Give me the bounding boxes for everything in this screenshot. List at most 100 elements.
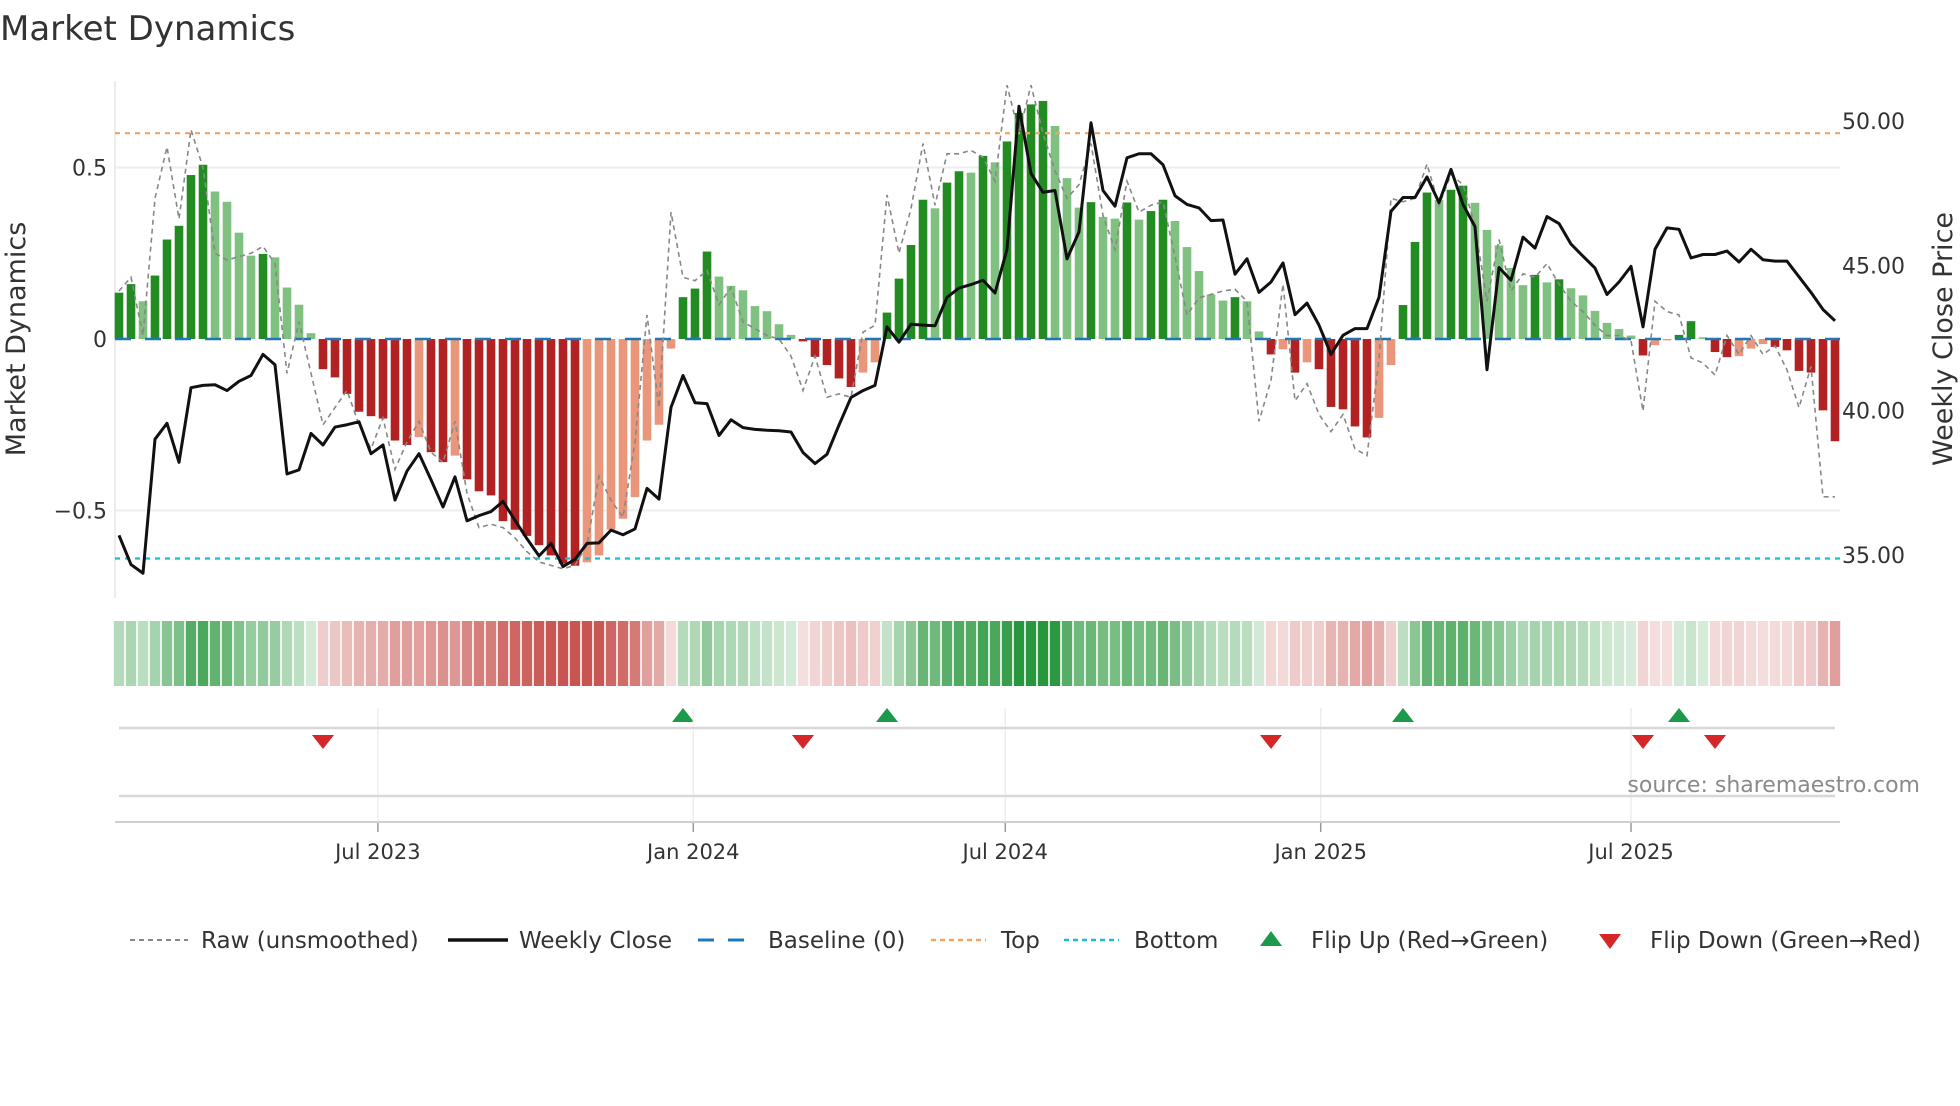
heat-cell xyxy=(1145,621,1157,686)
market-dynamics-chart: Market Dynamics 0.5 0 −0.5 50.00 45.00 40.00… xyxy=(0,9,1959,954)
date-axis: Jul 2023 Jan 2024 Jul 2024 Jan 2025 Jul 2025 xyxy=(115,708,1840,864)
heat-cell xyxy=(245,621,257,686)
heat-cell xyxy=(1661,621,1673,686)
momentum-bar xyxy=(1578,295,1588,339)
flip-down-marker xyxy=(1632,735,1654,749)
momentum-bar xyxy=(1602,322,1612,339)
momentum-bar xyxy=(1182,247,1192,339)
heat-cell xyxy=(821,621,833,686)
momentum-bar xyxy=(342,339,352,394)
heat-cell xyxy=(917,621,929,686)
momentum-bar xyxy=(1338,339,1348,410)
heat-cell xyxy=(293,621,305,686)
heat-cell xyxy=(1541,621,1553,686)
momentum-bar xyxy=(1566,288,1576,339)
heat-cell xyxy=(893,621,905,686)
momentum-bar xyxy=(486,339,496,496)
momentum-bar xyxy=(462,339,472,480)
heat-cell xyxy=(173,621,185,686)
heat-cell xyxy=(833,621,845,686)
heat-cell xyxy=(1517,621,1529,686)
heat-cell xyxy=(413,621,425,686)
heat-cell xyxy=(197,621,209,686)
momentum-bar xyxy=(546,339,556,556)
momentum-bar xyxy=(1302,339,1312,363)
x-tick-label: Jan 2024 xyxy=(645,840,740,864)
heat-cell xyxy=(749,621,761,686)
heat-cell xyxy=(593,621,605,686)
momentum-bar xyxy=(1038,100,1048,339)
momentum-bar xyxy=(1122,202,1132,339)
heat-cell xyxy=(1037,621,1049,686)
momentum-bar xyxy=(774,324,784,339)
heat-cell xyxy=(533,621,545,686)
heat-cell xyxy=(1445,621,1457,686)
left-axis-ticks: 0.5 0 −0.5 xyxy=(54,157,107,525)
momentum-bar xyxy=(1086,202,1096,339)
heat-cell xyxy=(1085,621,1097,686)
momentum-bar xyxy=(390,339,400,441)
heat-cell xyxy=(1733,621,1745,686)
heat-cell xyxy=(869,621,881,686)
momentum-bar xyxy=(954,171,964,339)
x-tick-label: Jan 2025 xyxy=(1272,840,1367,864)
heat-cell xyxy=(1337,621,1349,686)
momentum-bar xyxy=(186,175,196,339)
heat-cell xyxy=(401,621,413,686)
heat-cell xyxy=(1049,621,1061,686)
legend-label-top: Top xyxy=(1000,928,1040,954)
legend-label-bottom: Bottom xyxy=(1134,928,1218,954)
flip-up-marker xyxy=(876,708,898,722)
heat-cell xyxy=(557,621,569,686)
momentum-bar xyxy=(1050,125,1060,339)
momentum-bar xyxy=(162,239,172,339)
flip-down-marker xyxy=(312,735,334,749)
momentum-bar xyxy=(990,162,1000,339)
heat-cell xyxy=(605,621,617,686)
heat-cell xyxy=(1601,621,1613,686)
momentum-bar xyxy=(126,284,136,339)
heat-cell xyxy=(329,621,341,686)
heat-cell xyxy=(1397,621,1409,686)
heat-cell xyxy=(149,621,161,686)
legend-label-close: Weekly Close xyxy=(519,928,672,954)
heat-cell xyxy=(125,621,137,686)
momentum-bar xyxy=(1026,104,1036,339)
momentum-bar xyxy=(666,339,676,349)
heat-cell xyxy=(881,621,893,686)
momentum-bar xyxy=(522,339,532,536)
heat-cell xyxy=(545,621,557,686)
momentum-bar xyxy=(1194,271,1204,339)
heat-cell xyxy=(1469,621,1481,686)
heat-cell xyxy=(1529,621,1541,686)
heat-cell xyxy=(1829,621,1841,686)
heat-cell xyxy=(845,621,857,686)
heat-cell xyxy=(305,621,317,686)
heat-cell xyxy=(509,621,521,686)
raw-unsmoothed-line xyxy=(118,84,1835,570)
left-tick-label: 0.5 xyxy=(72,157,107,182)
momentum-bar xyxy=(858,339,868,373)
heat-cell xyxy=(1181,621,1193,686)
heat-cell xyxy=(269,621,281,686)
heat-cell xyxy=(437,621,449,686)
heat-cell xyxy=(641,621,653,686)
momentum-bar xyxy=(1782,339,1792,351)
momentum-bar xyxy=(870,339,880,363)
legend-label-flip-down: Flip Down (Green→Red) xyxy=(1650,928,1921,954)
momentum-bar xyxy=(1518,285,1528,339)
heat-cell xyxy=(1265,621,1277,686)
momentum-bar xyxy=(330,339,340,378)
heat-cell xyxy=(1025,621,1037,686)
momentum-bar xyxy=(1278,339,1288,350)
heat-cell xyxy=(629,621,641,686)
heat-cell xyxy=(1577,621,1589,686)
momentum-bar xyxy=(642,339,652,441)
heat-cell xyxy=(377,621,389,686)
heat-cell xyxy=(929,621,941,686)
x-tick-label: Jul 2023 xyxy=(333,840,420,864)
momentum-bar xyxy=(402,339,412,445)
heat-cell xyxy=(473,621,485,686)
momentum-bar xyxy=(1734,339,1744,357)
momentum-bar xyxy=(1722,339,1732,358)
